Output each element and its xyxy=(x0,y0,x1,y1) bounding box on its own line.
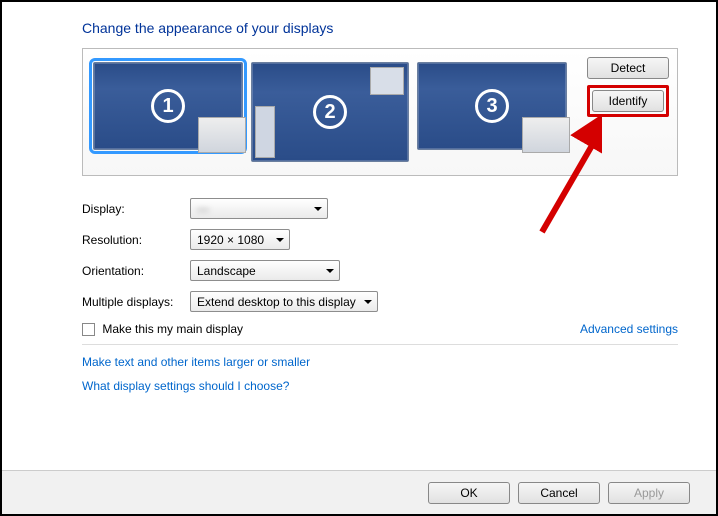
display-label: Display: xyxy=(82,202,190,216)
page-title: Change the appearance of your displays xyxy=(82,20,678,36)
monitor-1[interactable]: 1 xyxy=(93,62,243,150)
display-preview-area: 1 2 3 Detect Identify xyxy=(82,48,678,176)
orientation-label: Orientation: xyxy=(82,264,190,278)
resolution-label: Resolution: xyxy=(82,233,190,247)
monitor-2-label: 2 xyxy=(313,95,347,129)
monitor-2[interactable]: 2 xyxy=(251,62,409,162)
highlight-annotation: Identify xyxy=(587,85,669,117)
detect-button[interactable]: Detect xyxy=(587,57,669,79)
advanced-settings-link[interactable]: Advanced settings xyxy=(580,322,678,336)
display-select[interactable]: — xyxy=(190,198,328,219)
resolution-select[interactable]: 1920 × 1080 xyxy=(190,229,290,250)
orientation-select[interactable]: Landscape xyxy=(190,260,340,281)
multiple-displays-label: Multiple displays: xyxy=(82,295,190,309)
multiple-displays-select[interactable]: Extend desktop to this display xyxy=(190,291,378,312)
divider xyxy=(82,344,678,345)
keypad-icon xyxy=(522,117,570,153)
identify-button[interactable]: Identify xyxy=(592,90,664,112)
window-icon xyxy=(370,67,404,95)
dialog-footer: OK Cancel Apply xyxy=(2,470,716,514)
main-display-checkbox-label[interactable]: Make this my main display xyxy=(82,322,243,336)
monitor-1-label: 1 xyxy=(151,89,185,123)
apply-button[interactable]: Apply xyxy=(608,482,690,504)
monitor-3-label: 3 xyxy=(475,89,509,123)
cancel-button[interactable]: Cancel xyxy=(518,482,600,504)
keypad-icon xyxy=(198,117,246,153)
help-link[interactable]: What display settings should I choose? xyxy=(82,379,678,393)
monitor-3[interactable]: 3 xyxy=(417,62,567,150)
ok-button[interactable]: OK xyxy=(428,482,510,504)
sidebar-icon xyxy=(255,106,275,158)
text-size-link[interactable]: Make text and other items larger or smal… xyxy=(82,355,678,369)
main-display-checkbox[interactable] xyxy=(82,323,95,336)
